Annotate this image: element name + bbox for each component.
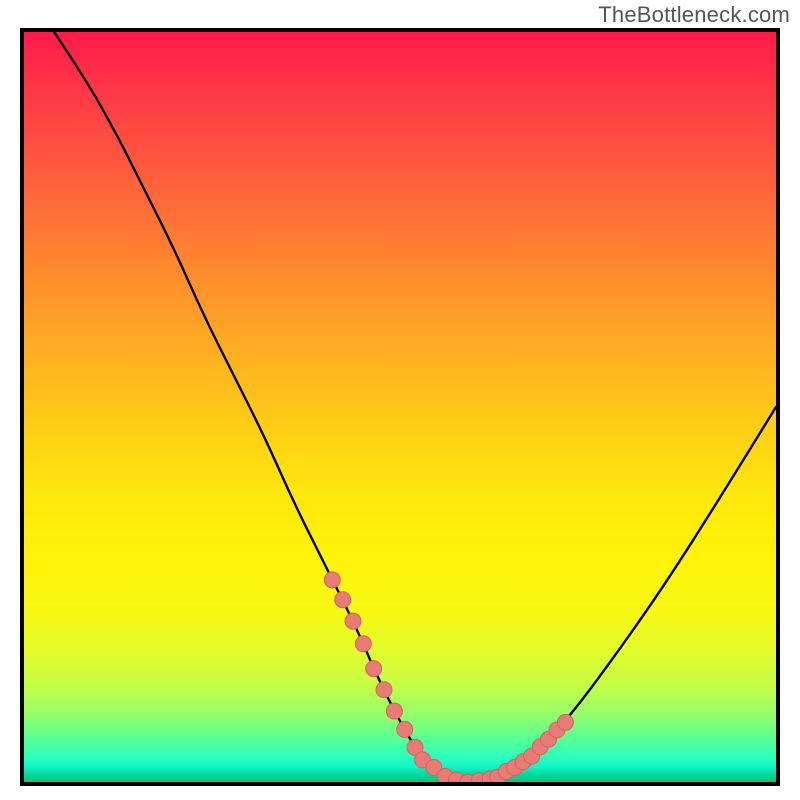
chart-svg (24, 32, 776, 782)
data-marker (366, 661, 382, 677)
marker-group (324, 572, 573, 782)
data-marker (355, 636, 371, 652)
data-marker (345, 613, 361, 629)
data-marker (557, 714, 573, 730)
plot-area (20, 28, 780, 786)
bottleneck-chart: TheBottleneck.com (0, 0, 800, 800)
data-marker (386, 703, 402, 719)
data-marker (324, 572, 340, 588)
data-marker (397, 721, 413, 737)
data-marker (335, 592, 351, 608)
bottleneck-curve (54, 32, 776, 782)
watermark-text: TheBottleneck.com (598, 2, 790, 28)
data-marker (376, 682, 392, 698)
